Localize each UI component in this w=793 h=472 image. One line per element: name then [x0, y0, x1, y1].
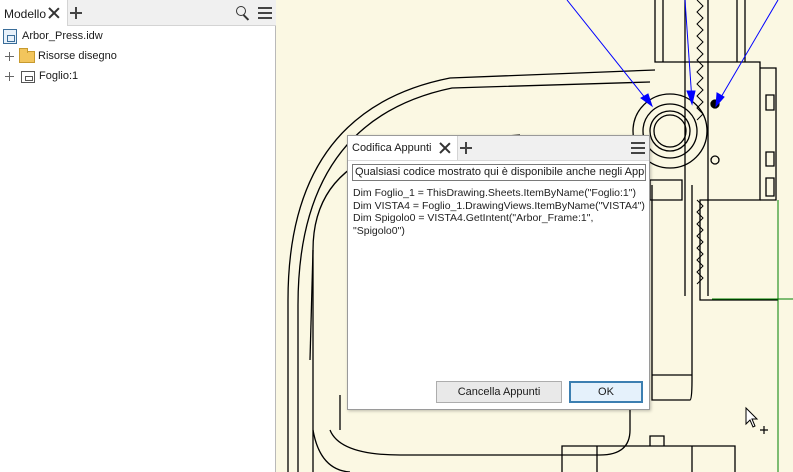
add-tab-icon[interactable] — [70, 7, 82, 19]
dialog-title: Codifica Appunti — [352, 142, 432, 154]
leader-line — [684, 0, 693, 102]
tree-item-label: Foglio:1 — [39, 70, 79, 82]
ram — [651, 185, 693, 401]
ok-button[interactable]: OK — [569, 381, 643, 403]
clear-clipboard-button[interactable]: Cancella Appunti — [436, 381, 562, 403]
tab-codifica-appunti[interactable]: Codifica Appunti — [348, 136, 458, 160]
expand-icon[interactable] — [5, 52, 14, 61]
hamburger-menu-icon[interactable] — [258, 7, 272, 19]
model-browser-panel: Modello Arbor_Press.idw Risorse disegno … — [0, 0, 276, 472]
tree-item-foglio[interactable]: Foglio:1 — [0, 68, 276, 86]
close-tab-icon[interactable] — [48, 7, 60, 19]
close-dialog-icon[interactable] — [439, 142, 451, 154]
tab-modello-label: Modello — [4, 7, 47, 21]
tab-modello[interactable]: Modello — [0, 0, 68, 26]
folder-icon — [19, 48, 35, 63]
clipboard-code-dialog: Codifica Appunti Qualsiasi codice mostra… — [347, 135, 650, 410]
arrowhead — [640, 93, 653, 108]
code-text-area[interactable]: Dim Foglio_1 = ThisDrawing.Sheets.ItemBy… — [353, 187, 645, 237]
code-line: Dim Foglio_1 = ThisDrawing.Sheets.ItemBy… — [353, 187, 636, 199]
clipboard-info-field[interactable]: Qualsiasi codice mostrato qui è disponib… — [352, 164, 646, 181]
drawing-file-icon — [3, 29, 17, 44]
dialog-tab-bar: Codifica Appunti — [348, 136, 649, 161]
hamburger-menu-icon[interactable] — [631, 142, 645, 154]
search-icon[interactable] — [236, 6, 250, 20]
base — [561, 445, 736, 472]
code-line: Dim Spigolo0 = VISTA4.GetIntent("Arbor_F… — [353, 212, 597, 237]
sheet-icon — [21, 71, 35, 83]
leader-line — [566, 0, 651, 105]
press-head — [654, 0, 778, 301]
leader-line — [716, 0, 779, 105]
add-tab-icon[interactable] — [460, 142, 472, 154]
tree-item-risorse-disegno[interactable]: Risorse disegno — [0, 48, 276, 66]
mouse-cursor-icon — [745, 406, 768, 434]
code-line: Dim VISTA4 = Foglio_1.DrawingViews.ItemB… — [353, 199, 645, 212]
expand-icon[interactable] — [5, 72, 14, 81]
tree-item-drawing[interactable]: Arbor_Press.idw — [0, 28, 276, 46]
tree-item-label: Risorse disegno — [38, 50, 117, 62]
tree-item-label: Arbor_Press.idw — [22, 30, 103, 42]
browser-tab-bar: Modello — [0, 0, 276, 26]
